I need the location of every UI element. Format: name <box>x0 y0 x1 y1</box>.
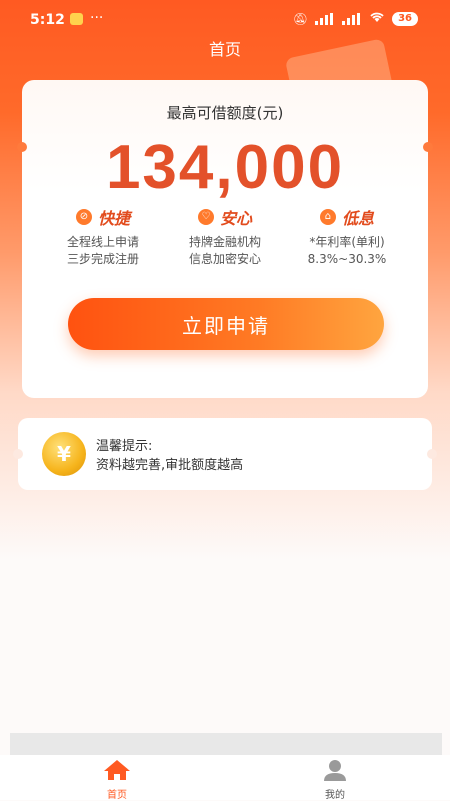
feature-desc-line: *年利率(单利) <box>309 235 385 249</box>
apply-now-button[interactable]: 立即申请 <box>68 298 384 350</box>
loan-card: 最高可借额度(元) 134,000 ⊘ 快捷 全程线上申请 三步完成注册 ♡ 安… <box>17 80 433 398</box>
coin-icon: ¥ <box>42 432 86 476</box>
feature-desc-line: 8.3%~30.3% <box>307 252 387 266</box>
tip-card: ¥ 温馨提示: 资料越完善,审批额度越高 <box>13 418 437 490</box>
more-notifications-icon: ··· <box>90 10 104 26</box>
tab-bar: 首页 我的 <box>0 755 450 801</box>
notification-app-icon <box>70 13 83 25</box>
feature-title: 安心 <box>219 209 252 228</box>
wallet-icon: ⌂ <box>319 209 336 225</box>
bell-mute-icon: 🔕︎ <box>292 11 309 26</box>
card-notch-right <box>427 449 437 459</box>
feature-desc-line: 三步完成注册 <box>66 252 139 266</box>
shield-icon: ♡ <box>197 209 214 225</box>
card-notch-left <box>13 449 23 459</box>
feature-title: 低息 <box>341 209 374 228</box>
tab-label: 首页 <box>107 790 127 801</box>
divider-band <box>10 733 442 755</box>
tip-text: 资料越完善,审批额度越高 <box>96 458 244 473</box>
feature-title: 快捷 <box>97 209 130 228</box>
compass-icon: ⊘ <box>75 209 92 225</box>
credit-limit-amount: 134,000 <box>105 133 345 202</box>
tip-title: 温馨提示: <box>96 439 153 454</box>
credit-limit-label: 最高可借额度(元) <box>166 104 284 122</box>
tab-me[interactable]: 我的 <box>305 759 365 801</box>
page-title: 首页 <box>208 40 241 59</box>
feature-list: ⊘ 快捷 全程线上申请 三步完成注册 ♡ 安心 持牌金融机构 信息加密安心 ⌂ … <box>22 206 428 268</box>
user-icon <box>324 760 346 781</box>
status-bar: 5:12 ··· 🔕︎ 36 <box>0 0 450 40</box>
signal-icon-2 <box>342 12 362 25</box>
tab-label: 我的 <box>325 790 345 801</box>
tab-home[interactable]: 首页 <box>87 759 147 801</box>
feature-fast: ⊘ 快捷 全程线上申请 三步完成注册 <box>43 206 163 268</box>
wifi-icon <box>369 11 385 26</box>
status-time: 5:12 <box>30 12 65 28</box>
feature-desc-line: 信息加密安心 <box>188 252 261 266</box>
home-icon <box>104 760 130 780</box>
feature-desc-line: 持牌金融机构 <box>188 235 261 249</box>
signal-icon <box>315 12 335 25</box>
battery-icon: 36 <box>392 11 418 26</box>
feature-secure: ♡ 安心 持牌金融机构 信息加密安心 <box>165 206 285 268</box>
feature-low-interest: ⌂ 低息 *年利率(单利) 8.3%~30.3% <box>287 206 407 268</box>
feature-desc-line: 全程线上申请 <box>66 235 139 249</box>
